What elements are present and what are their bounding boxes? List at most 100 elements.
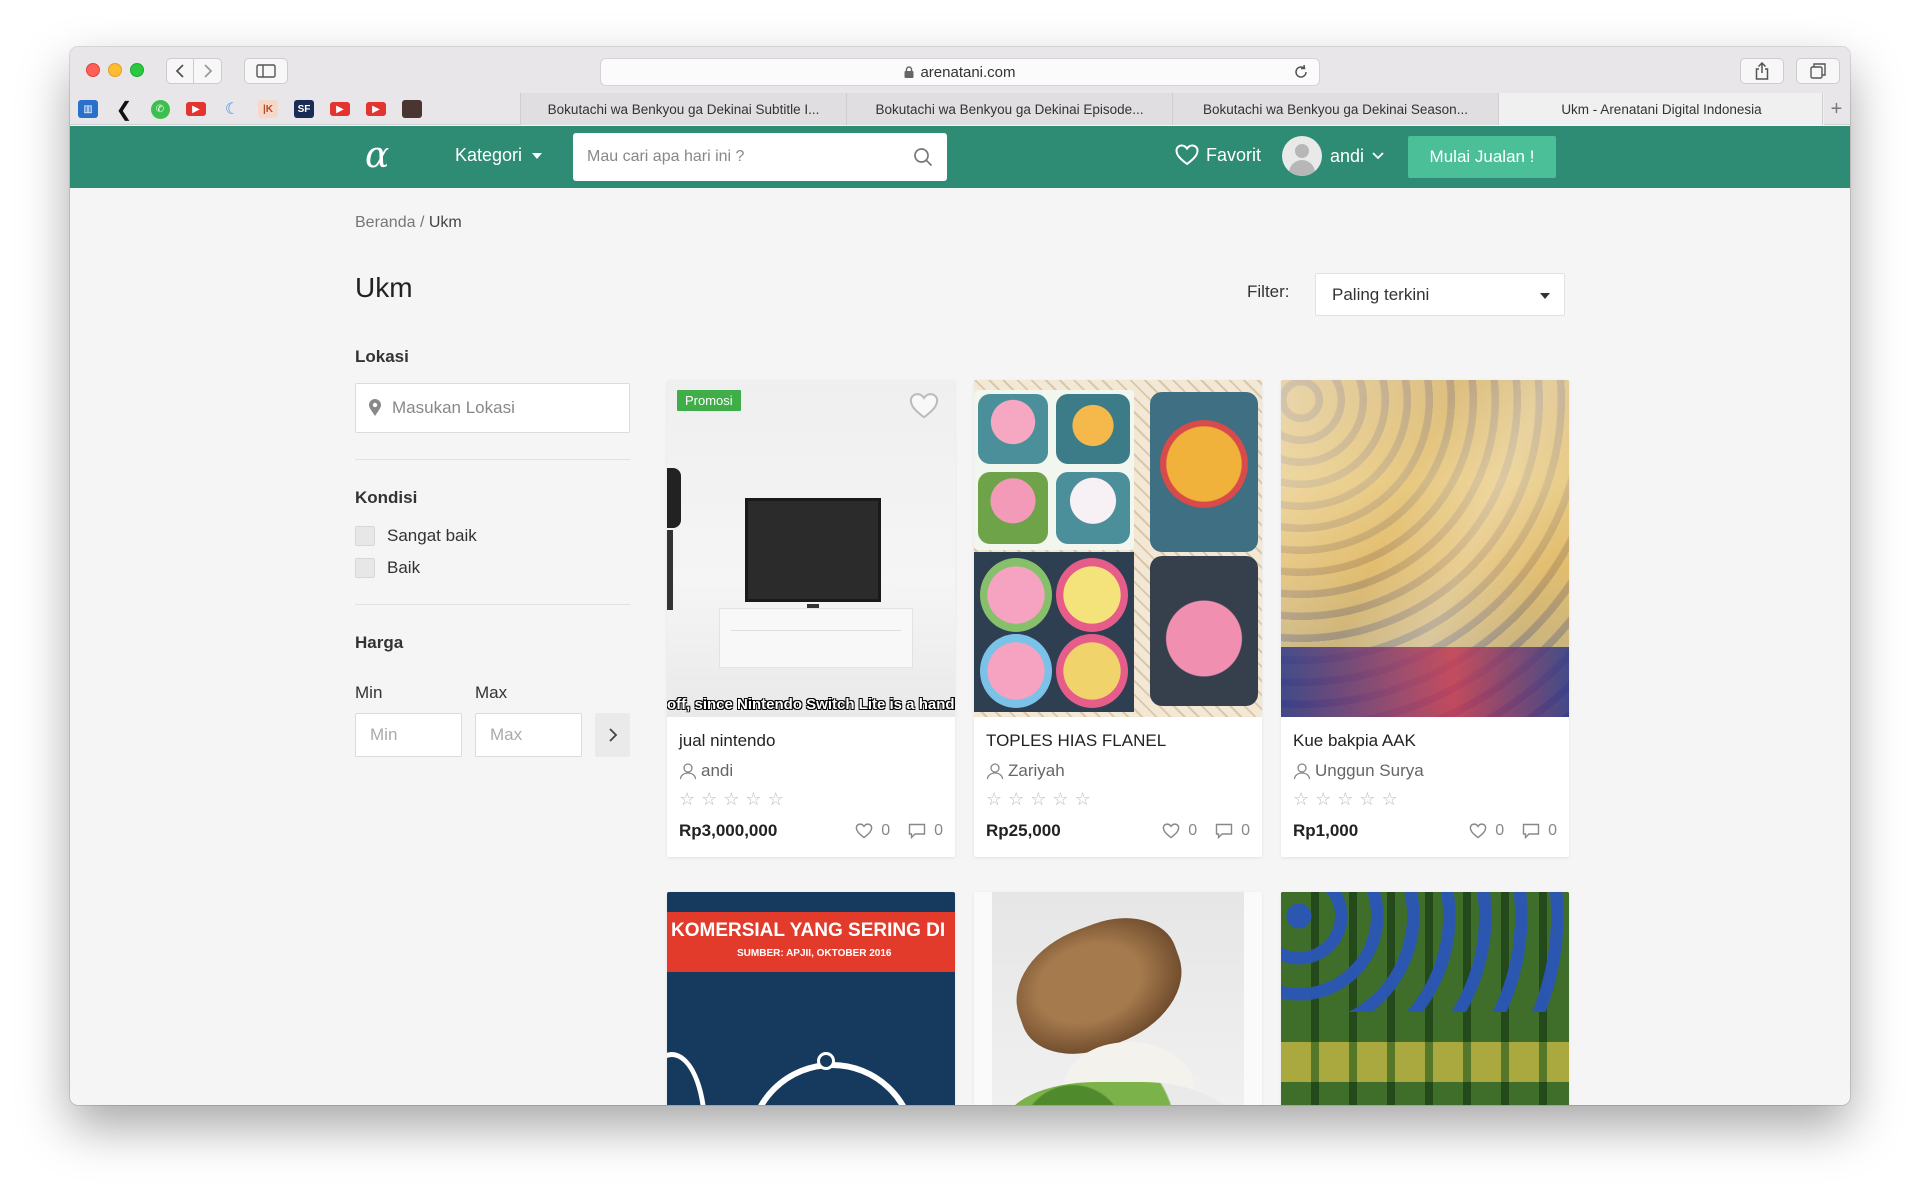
comments-value: 0 [1241, 822, 1250, 839]
youtube-bookmark[interactable]: ▶ [178, 93, 214, 125]
comment-icon [908, 823, 926, 839]
product-image-bottles[interactable] [1281, 892, 1569, 1105]
product-info: TOPLES HIAS FLANEL Zariyah ☆ ☆ ☆ ☆ ☆ Rp25,00… [974, 717, 1262, 857]
product-title[interactable]: Kue bakpia AAK [1293, 731, 1557, 751]
share-button[interactable] [1740, 58, 1784, 84]
kondisi-option-baik[interactable]: Baik [355, 558, 630, 578]
video-caption: off, since Nintendo Switch Lite is a han… [667, 696, 955, 713]
favorit-link[interactable]: Favorit [1175, 144, 1261, 166]
minimize-window-button[interactable] [108, 63, 122, 77]
divider [355, 604, 630, 605]
likes-count[interactable]: 0 [1469, 822, 1504, 840]
poster-source: SUMBER: APJII, OKTOBER 2016 [737, 948, 892, 959]
product-image-tv[interactable]: off, since Nintendo Switch Lite is a han… [667, 380, 955, 717]
tabs-overview-button[interactable] [1796, 58, 1840, 84]
kondisi-option-label: Sangat baik [387, 526, 477, 545]
comments-count[interactable]: 0 [1522, 822, 1557, 840]
user-menu[interactable]: andi [1282, 136, 1384, 176]
product-seller[interactable]: Zariyah [986, 761, 1250, 781]
likes-value: 0 [881, 822, 891, 839]
browser-tab-2[interactable]: Bokutachi wa Benkyou ga Dekinai Episode.… [846, 93, 1172, 125]
page-title: Ukm [355, 272, 413, 303]
arenatani-logo[interactable]: α [365, 138, 409, 176]
hk-bookmark[interactable]: |K [250, 93, 286, 125]
breadcrumb-home[interactable]: Beranda [355, 214, 416, 231]
kondisi-option-sangat-baik[interactable]: Sangat baik [355, 526, 630, 546]
browser-tab-3[interactable]: Bokutachi wa Benkyou ga Dekinai Season..… [1172, 93, 1498, 125]
apply-price-button[interactable] [595, 713, 630, 757]
product-title[interactable]: TOPLES HIAS FLANEL [986, 731, 1250, 751]
lokasi-placeholder: Masukan Lokasi [392, 398, 515, 417]
search-icon[interactable] [913, 147, 933, 167]
checkbox[interactable] [355, 558, 375, 578]
reload-icon[interactable] [1293, 64, 1309, 80]
product-title[interactable]: jual nintendo [679, 731, 943, 751]
product-seller[interactable]: Unggun Surya [1293, 761, 1557, 781]
star-icon: ☆ [1008, 789, 1025, 809]
sf-bookmark[interactable]: SF [286, 93, 322, 125]
poster-headline: KOMERSIAL YANG SERING DI [671, 920, 946, 941]
likes-count[interactable]: 0 [1162, 822, 1197, 840]
photo-bookmark[interactable] [394, 93, 430, 125]
product-card[interactable] [1281, 892, 1569, 1105]
lokasi-input[interactable]: Masukan Lokasi [355, 383, 630, 433]
breadcrumb: Beranda / Ukm [355, 214, 462, 232]
site-header: α Kategori Favorit andi Mulai Jualan ! [70, 126, 1850, 188]
browser-window: arenatani.com ▥ ❮ ✆ ▶ ☾ |K SF ▶ ▶ Bokuta… [70, 47, 1850, 1105]
star-icon: ☆ [1337, 789, 1354, 809]
lock-icon [904, 66, 914, 78]
product-image-poster[interactable]: KOMERSIAL YANG SERING DI SUMBER: APJII, … [667, 892, 955, 1105]
product-card[interactable]: off, since Nintendo Switch Lite is a han… [667, 380, 955, 857]
close-window-button[interactable] [86, 63, 100, 77]
filter-select[interactable]: Paling terkini [1315, 273, 1565, 316]
likes-count[interactable]: 0 [855, 822, 890, 840]
sidebar-toggle-button[interactable] [244, 58, 288, 84]
url-text: arenatani.com [920, 63, 1016, 81]
browser-chrome: arenatani.com ▥ ❮ ✆ ▶ ☾ |K SF ▶ ▶ Bokuta… [70, 47, 1850, 125]
kondisi-option-label: Baik [387, 558, 421, 577]
comments-count[interactable]: 0 [1215, 822, 1250, 840]
product-card[interactable]: Kue bakpia AAK Unggun Surya ☆ ☆ ☆ ☆ ☆ Rp1,00… [1281, 380, 1569, 857]
kategori-dropdown[interactable]: Kategori [455, 145, 543, 166]
product-card[interactable] [974, 892, 1262, 1105]
mulai-jualan-button[interactable]: Mulai Jualan ! [1408, 136, 1556, 178]
product-card[interactable]: TOPLES HIAS FLANEL Zariyah ☆ ☆ ☆ ☆ ☆ Rp25,00… [974, 380, 1262, 857]
browser-tab-1[interactable]: Bokutachi wa Benkyou ga Dekinai Subtitle… [520, 93, 846, 125]
trello-bookmark[interactable]: ▥ [70, 93, 106, 125]
filter-label: Filter: [1247, 282, 1290, 301]
user-icon [1293, 763, 1311, 780]
youtube-icon: ▶ [186, 102, 206, 116]
tabs-icon [1810, 63, 1826, 79]
youtube-bookmark-2[interactable]: ▶ [322, 93, 358, 125]
back-arrow-bookmark[interactable]: ❮ [106, 93, 142, 125]
sidebar-icon [256, 64, 276, 78]
address-bar[interactable]: arenatani.com [600, 58, 1320, 86]
product-image-bakpia[interactable] [1281, 380, 1569, 717]
whatsapp-bookmark[interactable]: ✆ [142, 93, 178, 125]
rating-stars: ☆ ☆ ☆ ☆ ☆ [986, 789, 1250, 810]
zoom-window-button[interactable] [130, 63, 144, 77]
max-price-input[interactable] [475, 713, 582, 757]
heart-icon[interactable] [909, 392, 939, 420]
forward-button[interactable] [194, 58, 222, 84]
product-image-fish[interactable] [974, 892, 1262, 1105]
new-tab-button[interactable]: + [1822, 93, 1850, 125]
user-icon [986, 763, 1004, 780]
product-info: Kue bakpia AAK Unggun Surya ☆ ☆ ☆ ☆ ☆ Rp1,00… [1281, 717, 1569, 857]
checkbox[interactable] [355, 526, 375, 546]
product-image-jars[interactable] [974, 380, 1262, 717]
app-bookmark[interactable]: ☾ [214, 93, 250, 125]
min-price-input[interactable] [355, 713, 462, 757]
product-card[interactable]: KOMERSIAL YANG SERING DI SUMBER: APJII, … [667, 892, 955, 1105]
star-icon: ☆ [1315, 789, 1332, 809]
promo-badge: Promosi [677, 390, 741, 411]
caret-down-icon [532, 152, 543, 159]
youtube-bookmark-3[interactable]: ▶ [358, 93, 394, 125]
comments-count[interactable]: 0 [908, 822, 943, 840]
search-input[interactable] [573, 148, 893, 166]
browser-tab-4[interactable]: Ukm - Arenatani Digital Indonesia [1498, 93, 1824, 125]
product-seller[interactable]: andi [679, 761, 943, 781]
min-label: Min [355, 683, 383, 702]
star-icon: ☆ [1293, 789, 1310, 809]
back-button[interactable] [166, 58, 194, 84]
